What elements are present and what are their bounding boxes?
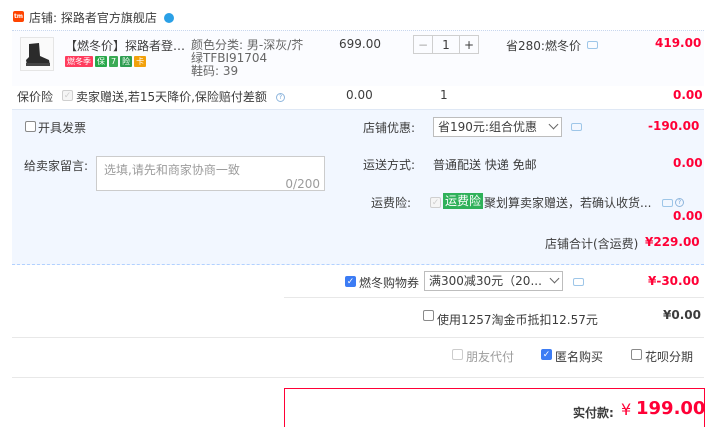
coupon-label: 燃冬购物券 [359,276,420,290]
message-placeholder: 选填,请先和商家协商一致 [104,163,240,177]
divider [12,377,704,378]
item-total: 419.00 [655,36,702,50]
wangwang-chat-icon[interactable] [164,13,174,23]
winter-badge: 燃冬季 [65,56,93,67]
anonymous-label: 匿名购买 [555,350,604,364]
coupon-amount: ¥-30.00 [648,274,700,288]
friend-pay-checkbox[interactable] [452,349,463,360]
shop-discount-value: 省190元:组合优惠 [438,120,537,134]
message-counter: 0/200 [285,177,320,191]
invoice-checkbox[interactable] [25,121,36,132]
taobao-coin-checkbox[interactable] [423,310,434,321]
chevron-down-icon [549,273,560,284]
discount-info-icon[interactable] [571,123,582,131]
coupon-select[interactable]: 满300减30元（20... [424,271,563,291]
credit-card-icon: 卡 [134,56,147,67]
message-label: 给卖家留言: [24,159,89,173]
friend-pay-label: 朋友代付 [466,350,515,364]
anonymous-checkbox[interactable]: ✓ [541,349,552,360]
coupon-info-icon[interactable] [573,278,584,286]
shipping-label: 运送方式: [363,158,416,172]
coupon-checkbox[interactable]: ✓ [345,276,356,287]
insurance-qty: 1 [440,88,448,102]
help-icon[interactable]: ? [675,198,684,207]
insurance-desc: 卖家赠送,若15天降价,保险赔付差额 [76,90,267,104]
quantity-stepper: − 1 + [413,35,479,54]
huabei-label: 花呗分期 [645,350,694,364]
freight-insurance-amount: 0.00 [673,209,703,223]
insurance-checkbox[interactable]: ✓ [62,90,73,101]
final-currency: ¥ [621,400,632,419]
shop-discount-select[interactable]: 省190元:组合优惠 [433,117,562,137]
insurance-total: 0.00 [673,88,703,102]
insurance-badge-icon: 险 [120,56,133,67]
product-thumbnail[interactable] [20,37,54,71]
freight-insurance-label: 运费险: [371,196,412,210]
unit-price: 699.00 [339,37,381,51]
freight-insurance-desc: 聚划算卖家赠送，若确认收货... [484,196,652,210]
spec-size: 鞋码: 39 [191,64,239,78]
freight-insurance-checkbox[interactable]: ✓ [430,197,441,208]
quantity-increase-button[interactable]: + [459,35,479,54]
shop-name[interactable]: 店铺: 探路者官方旗舰店 [29,9,157,26]
message-textarea[interactable]: 选填,请先和商家协商一致 0/200 [96,156,325,191]
product-badges: 燃冬季 保 7 险 卡 [65,56,147,67]
boot-image [26,43,50,66]
taobao-coin-label: 使用1257淘金币抵扣12.57元 [437,313,598,327]
insurance-label: 保价险 [17,90,54,104]
taobao-coin-amount: ¥0.00 [663,308,701,322]
item-promo: 省280:燃冬价 [506,39,581,53]
final-label: 实付款: [573,406,614,420]
seven-day-return-icon: 7 [109,56,119,67]
freight-info-icon[interactable] [662,199,673,207]
help-icon[interactable]: ? [276,93,285,102]
product-title-link[interactable]: 【燃冬价】探路者登… [65,37,185,54]
coupon-value: 满300减30元（20... [429,274,542,288]
invoice-label: 开具发票 [38,121,87,135]
shipping-method: 普通配送 快递 免邮 [433,158,537,172]
tmall-shop-icon: tm [13,11,24,22]
promo-info-icon[interactable] [587,41,598,49]
freight-insurance-tag: 运费险 [443,193,484,209]
guarantee-badge-icon: 保 [95,56,107,67]
final-amount: 199.00 [636,398,705,419]
chevron-down-icon [548,119,559,130]
shop-total-label: 店铺合计(含运费) [545,237,639,251]
quantity-decrease-button[interactable]: − [413,35,433,54]
divider [284,297,704,298]
divider [12,337,704,338]
shop-discount-amount: -190.00 [648,119,700,133]
huabei-checkbox[interactable] [631,349,642,360]
insurance-price: 0.00 [346,88,373,102]
shop-total-amount: ¥229.00 [645,235,700,249]
quantity-input[interactable]: 1 [433,35,459,54]
shipping-amount: 0.00 [673,156,703,170]
shop-discount-label: 店铺优惠: [363,121,416,135]
